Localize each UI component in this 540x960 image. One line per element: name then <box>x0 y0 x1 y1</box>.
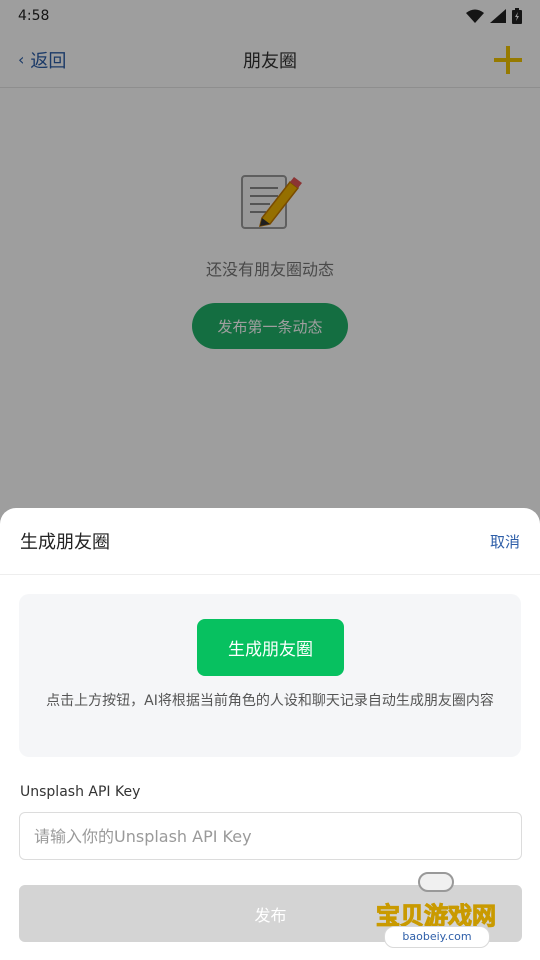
generate-description: 点击上方按钮，AI将根据当前角色的人设和聊天记录自动生成朋友圈内容 <box>46 693 494 709</box>
watermark-subtitle: baobeiy.com <box>384 926 490 948</box>
sheet-header: 生成朋友圈 取消 <box>0 508 540 575</box>
sheet-title: 生成朋友圈 <box>20 532 110 553</box>
gamepad-icon <box>418 872 454 892</box>
watermark-logo: 宝贝游戏网 baobeiy.com <box>366 866 506 956</box>
api-key-input[interactable] <box>19 812 522 860</box>
api-key-label: Unsplash API Key <box>20 784 141 800</box>
generate-card: 生成朋友圈 点击上方按钮，AI将根据当前角色的人设和聊天记录自动生成朋友圈内容 <box>19 594 521 757</box>
cancel-button[interactable]: 取消 <box>490 531 520 552</box>
screen: 4:58 ‹ 返回 朋友圈 还没有朋友圈动态 发布第一条动态 生成朋友圈 取消 … <box>0 0 540 960</box>
generate-moments-button[interactable]: 生成朋友圈 <box>197 619 344 676</box>
